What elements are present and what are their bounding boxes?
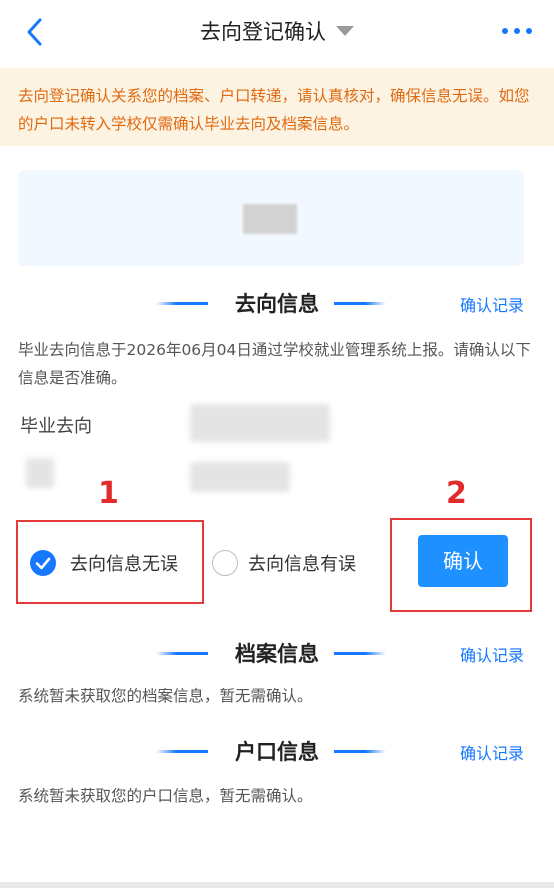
field-label-destination: 毕业去向	[20, 416, 92, 437]
header-bar: 去向登记确认	[0, 0, 554, 66]
info-banner	[18, 170, 524, 266]
check-icon	[35, 557, 51, 570]
radio-wrong-label[interactable]: 去向信息有误	[248, 550, 356, 576]
hukou-desc: 系统暂未获取您的户口信息，暂无需确认。	[18, 787, 313, 805]
notice-banner: 去向登记确认关系您的档案、户口转递，请认真核对，确保信息无误。如您的户口未转入学…	[0, 68, 554, 146]
page-title: 去向登记确认	[200, 20, 326, 44]
more-dots-icon	[502, 28, 508, 34]
archive-desc: 系统暂未获取您的档案信息，暂无需确认。	[18, 687, 313, 705]
section-divider-right	[334, 652, 386, 655]
blurred-value	[190, 462, 290, 492]
more-dots-icon	[526, 28, 532, 34]
blurred-value	[190, 404, 330, 442]
caret-down-icon	[336, 26, 354, 36]
section-divider-right	[334, 302, 386, 305]
radio-wrong[interactable]	[212, 550, 238, 576]
destination-desc: 毕业去向信息于2026年06月04日通过学校就业管理系统上报。请确认以下信息是否…	[18, 341, 531, 387]
more-dots-icon	[514, 28, 520, 34]
hukou-record-link[interactable]: 确认记录	[460, 740, 524, 764]
annotation-marker-1: 1	[98, 476, 119, 511]
bottom-bar	[0, 882, 554, 888]
radio-correct-label[interactable]: 去向信息无误	[70, 550, 178, 576]
blurred-label	[26, 458, 54, 488]
archive-record-link[interactable]: 确认记录	[460, 642, 524, 666]
annotation-marker-2: 2	[446, 476, 467, 511]
more-button[interactable]	[502, 28, 534, 38]
title-dropdown[interactable]: 去向登记确认	[0, 16, 554, 46]
confirm-button[interactable]: 确认	[418, 535, 508, 587]
radio-correct[interactable]	[30, 550, 56, 576]
blurred-content	[243, 204, 297, 234]
section-divider-right	[334, 750, 386, 753]
destination-record-link[interactable]: 确认记录	[460, 292, 524, 316]
